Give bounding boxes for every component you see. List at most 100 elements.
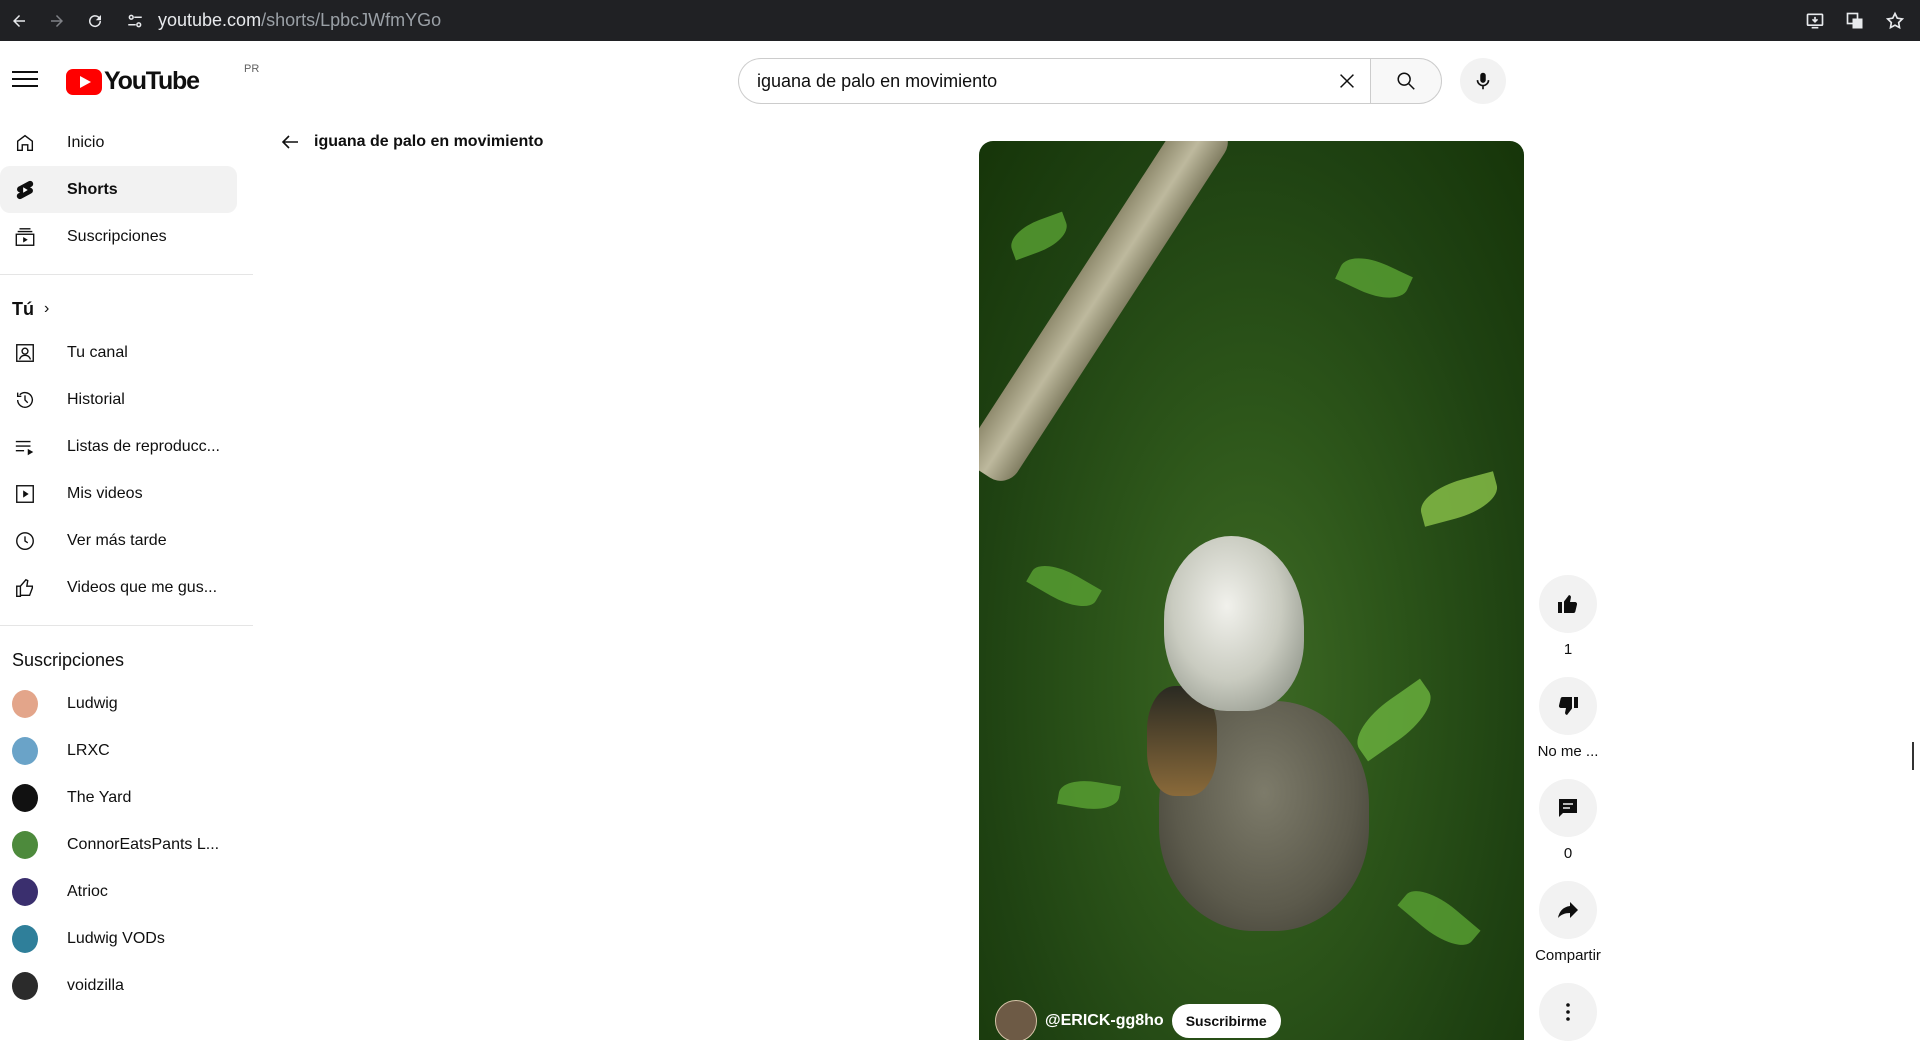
subscription-label: Ludwig	[67, 694, 118, 712]
subscription-ludwig-vods[interactable]: Ludwig VODs	[0, 915, 237, 962]
subscription-atrioc[interactable]: Atrioc	[0, 868, 237, 915]
sidebar-item-videos-que-me-gustan[interactable]: Videos que me gus...	[0, 564, 237, 611]
avatar	[12, 971, 38, 1000]
subscription-label: LRXC	[67, 741, 110, 759]
subscription-voidzilla[interactable]: voidzilla	[0, 962, 237, 1009]
video-frame-foliage	[1026, 555, 1102, 617]
share-icon	[1558, 902, 1578, 918]
avatar	[12, 689, 38, 718]
voice-search-button[interactable]	[1460, 58, 1506, 104]
subscription-label: Ludwig VODs	[67, 929, 165, 947]
bookmark-star-icon[interactable]	[1884, 10, 1906, 32]
text-cursor-icon	[1912, 742, 1918, 770]
more-vertical-icon	[1566, 1003, 1570, 1021]
video-frame-foliage	[1005, 211, 1073, 261]
address-bar[interactable]: youtube.com/shorts/LpbcJWfmYGo	[158, 10, 441, 31]
thumbs-up-icon	[1558, 595, 1578, 613]
avatar	[12, 783, 38, 812]
avatar	[12, 736, 38, 765]
forward-arrow-icon[interactable]	[38, 2, 76, 40]
share-button[interactable]	[1539, 881, 1597, 939]
shorts-video-player[interactable]: @ERICK-gg8ho Suscribirme	[979, 141, 1524, 1040]
video-frame-foliage	[1335, 247, 1413, 309]
subscriptions-heading: Suscripciones	[12, 649, 125, 670]
youtube-play-icon	[66, 68, 102, 95]
your-videos-icon	[12, 481, 38, 507]
subscription-label: Atrioc	[67, 882, 108, 900]
divider	[0, 625, 253, 626]
liked-videos-icon	[12, 575, 38, 601]
sidebar-item-ver-mas-tarde[interactable]: Ver más tarde	[0, 517, 237, 564]
channel-handle[interactable]: @ERICK-gg8ho	[1045, 1012, 1164, 1030]
sidebar-item-label: Suscripciones	[67, 227, 167, 245]
sidebar-item-label: Mis videos	[67, 484, 143, 502]
your-channel-icon	[12, 340, 38, 366]
clear-search-icon[interactable]	[1324, 59, 1370, 103]
home-icon	[12, 130, 38, 156]
sidebar-item-label: Videos que me gus...	[67, 578, 218, 596]
site-info-icon[interactable]	[118, 12, 152, 30]
subscription-label: ConnorEatsPants L...	[67, 835, 220, 853]
sidebar-item-inicio[interactable]: Inicio	[0, 119, 237, 166]
comments-count: 0	[1563, 845, 1573, 862]
sidebar-item-label: Inicio	[67, 133, 105, 151]
history-icon	[12, 387, 38, 413]
subscriptions-icon	[12, 224, 38, 250]
avatar	[12, 924, 38, 953]
comment-icon	[1559, 799, 1577, 817]
you-section-header[interactable]: Tú ›	[0, 289, 253, 329]
video-frame-foliage	[1397, 879, 1481, 957]
like-button[interactable]	[1539, 575, 1597, 633]
shorts-actions: 1 No me ... 0 Compartir	[1526, 575, 1610, 1057]
sidebar: Inicio Shorts Suscripciones Tú › Tu cana…	[0, 119, 253, 1040]
share-label: Compartir	[1535, 947, 1601, 964]
search-button[interactable]	[1370, 58, 1442, 104]
dislike-label: No me ...	[1537, 743, 1599, 760]
sidebar-item-label: Tu canal	[67, 343, 128, 361]
dislike-button[interactable]	[1539, 677, 1597, 735]
sidebar-item-tu-canal[interactable]: Tu canal	[0, 329, 237, 376]
back-arrow-icon[interactable]	[0, 2, 38, 40]
sidebar-item-suscripciones[interactable]: Suscripciones	[0, 213, 237, 260]
translate-icon[interactable]	[1844, 10, 1866, 32]
masthead: YouTube PR iguana de palo en movimiento	[0, 41, 1920, 119]
search-query: iguana de palo en movimiento	[757, 70, 998, 91]
subscription-connoreatspants[interactable]: ConnorEatsPants L...	[0, 821, 237, 868]
channel-avatar[interactable]	[995, 1000, 1037, 1040]
sidebar-item-label: Ver más tarde	[67, 531, 167, 549]
comments-button[interactable]	[1539, 779, 1597, 837]
subscribe-button[interactable]: Suscribirme	[1171, 1004, 1281, 1038]
browser-toolbar: youtube.com/shorts/LpbcJWfmYGo	[0, 0, 1920, 41]
avatar	[12, 877, 38, 906]
url-host: youtube.com	[158, 10, 262, 30]
shorts-icon	[12, 177, 38, 203]
country-code: PR	[244, 63, 260, 75]
you-heading: Tú	[12, 298, 34, 319]
subscription-ludwig[interactable]: Ludwig	[0, 680, 237, 727]
search-input[interactable]: iguana de palo en movimiento	[738, 58, 1370, 104]
arrow-left-icon	[281, 135, 298, 149]
watch-later-icon	[12, 528, 38, 554]
video-frame-foliage	[1057, 776, 1121, 814]
video-frame-branch	[979, 141, 1236, 489]
menu-icon[interactable]	[10, 66, 40, 96]
search-bar: iguana de palo en movimiento	[738, 58, 1442, 104]
url-path: /shorts/LpbcJWfmYGo	[261, 10, 442, 30]
subscription-the-yard[interactable]: The Yard	[0, 774, 237, 821]
sidebar-item-shorts[interactable]: Shorts	[0, 166, 237, 213]
sidebar-item-historial[interactable]: Historial	[0, 376, 237, 423]
reload-icon[interactable]	[76, 2, 114, 40]
youtube-logo[interactable]: YouTube PR	[66, 63, 259, 96]
divider	[0, 274, 253, 275]
more-actions-button[interactable]	[1539, 983, 1597, 1041]
search-icon	[1397, 72, 1415, 90]
back-label: iguana de palo en movimiento	[314, 133, 544, 150]
sidebar-item-listas[interactable]: Listas de reproducc...	[0, 423, 237, 470]
back-to-search-link[interactable]: iguana de palo en movimiento	[278, 130, 543, 154]
sidebar-item-mis-videos[interactable]: Mis videos	[0, 470, 237, 517]
sidebar-item-label: Historial	[67, 390, 125, 408]
install-app-icon[interactable]	[1804, 10, 1826, 32]
video-frame-iguana-head	[1164, 536, 1304, 711]
video-frame-foliage	[1415, 471, 1503, 527]
subscription-lrxc[interactable]: LRXC	[0, 727, 237, 774]
